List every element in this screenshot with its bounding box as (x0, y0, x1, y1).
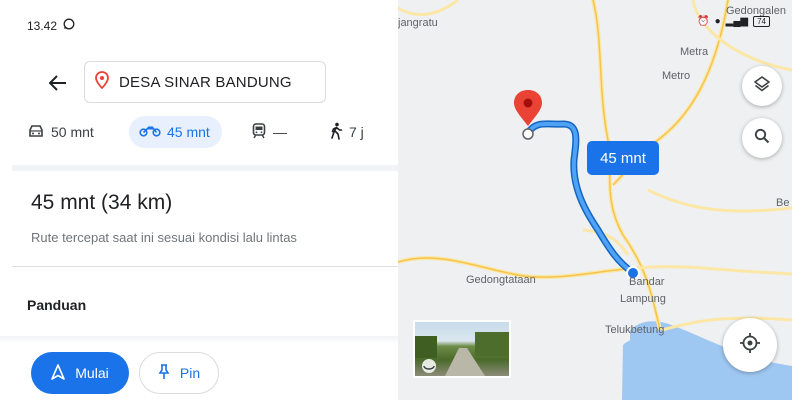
bottom-bar-shadow (0, 336, 398, 344)
route-summary-time: 45 mnt (34 km) (31, 191, 173, 214)
walk-duration: 7 j (349, 124, 364, 140)
search-button[interactable] (742, 118, 782, 158)
location-pin-icon (95, 70, 109, 94)
mode-motorbike[interactable]: 45 mnt (129, 116, 222, 148)
car-icon (27, 124, 45, 141)
transit-duration: — (273, 124, 287, 140)
mode-transit[interactable]: — (251, 116, 287, 148)
whatsapp-icon (63, 18, 75, 33)
pin-button[interactable]: Pin (139, 352, 219, 394)
car-duration: 50 mnt (51, 124, 94, 140)
layers-button[interactable] (742, 66, 782, 106)
train-icon (251, 122, 267, 142)
pushpin-icon (158, 363, 170, 383)
destination-text: DESA SINAR BANDUNG (119, 73, 292, 91)
travel-modes: 50 mnt 45 mnt — 7 j (27, 116, 387, 148)
map-label-lampung: Lampung (620, 293, 666, 305)
alarm-icon: ⏰ (697, 16, 710, 27)
map-label-be: Be (776, 197, 790, 209)
motorbike-icon (139, 124, 161, 140)
pin-button-label: Pin (179, 365, 201, 381)
map-status-icons: ⏰ ● ▂▄▆ 74 (697, 16, 770, 27)
start-button-label: Mulai (75, 365, 109, 381)
section-divider (12, 165, 398, 171)
mode-walk[interactable]: 7 j (329, 116, 364, 148)
map-label-bandar: Bandar (629, 276, 665, 288)
signal-icon: ▂▄▆ (725, 16, 749, 27)
map-label-gedongtataan: Gedongtataan (466, 274, 536, 286)
map-label-telukbetung: Telukbetung (605, 324, 665, 336)
guide-heading[interactable]: Panduan (27, 297, 86, 313)
search-icon (754, 128, 770, 149)
my-location-icon (739, 332, 761, 359)
back-arrow-icon[interactable] (46, 72, 70, 94)
battery-icon: 74 (753, 16, 770, 27)
layers-icon (753, 75, 771, 98)
destination-pin-icon (514, 90, 542, 126)
map-label-jangratu: jangratu (398, 17, 438, 29)
street-view-thumbnail[interactable] (413, 320, 511, 378)
location-icon: ● (714, 16, 721, 27)
route-summary-description: Rute tercepat saat ini sesuai kondisi la… (31, 230, 297, 245)
route-time-badge[interactable]: 45 mnt (587, 141, 659, 175)
mode-car[interactable]: 50 mnt (27, 116, 94, 148)
status-bar: 13.42 (27, 18, 75, 33)
navigation-arrow-icon (51, 363, 66, 383)
motorbike-duration: 45 mnt (167, 124, 210, 140)
map-label-metro: Metro (662, 70, 691, 82)
map-view[interactable]: jangratu Gedongalen Metra Metro Be Gedon… (398, 0, 792, 400)
status-time: 13.42 (27, 18, 58, 33)
map-label-metra: Metra (680, 46, 709, 58)
my-location-button[interactable] (723, 318, 777, 372)
section-divider-thin (12, 266, 398, 267)
walking-icon (329, 122, 343, 143)
directions-panel: 13.42 DESA SINAR BANDUNG 50 mnt 45 mnt —… (0, 0, 398, 400)
destination-field[interactable]: DESA SINAR BANDUNG (84, 61, 326, 103)
start-button[interactable]: Mulai (31, 352, 129, 394)
